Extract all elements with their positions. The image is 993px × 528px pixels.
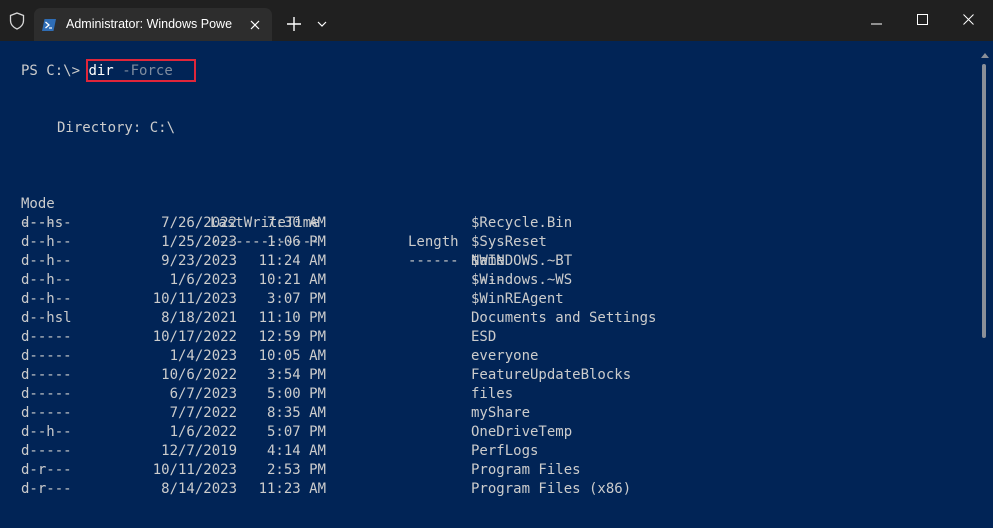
row-date: 10/6/2022 bbox=[161, 367, 237, 383]
maximize-button[interactable] bbox=[899, 0, 945, 41]
table-row: d----- 10/6/2022 3:54 PM FeatureUpdateBlock… bbox=[21, 366, 721, 385]
shield-icon[interactable] bbox=[6, 10, 28, 32]
chevron-down-icon[interactable] bbox=[312, 12, 332, 36]
row-time: 8:35 AM bbox=[266, 405, 326, 421]
row-name: Program Files bbox=[471, 462, 581, 478]
table-row: d----- 1/4/2023 10:05 AM everyone bbox=[21, 347, 721, 366]
row-mode: d----- bbox=[21, 405, 72, 421]
minimize-button[interactable] bbox=[853, 0, 899, 41]
row-name: files bbox=[471, 386, 514, 402]
row-time: 3:07 PM bbox=[266, 291, 326, 307]
row-time: 4:14 AM bbox=[266, 443, 326, 459]
column-header-row: Mode LastWriteTime Length Name bbox=[21, 176, 721, 269]
row-date: 12/7/2019 bbox=[161, 443, 237, 459]
row-name: $Recycle.Bin bbox=[471, 215, 573, 231]
table-row: d--hsl 8/18/2021 11:10 PM Documents and Set… bbox=[21, 309, 721, 328]
title-bar: Administrator: Windows Powe bbox=[0, 0, 993, 41]
row-mode: d--h-- bbox=[21, 234, 72, 250]
table-row: d--h-- 1/6/2023 10:21 AM $Windows.~WS bbox=[21, 271, 721, 290]
row-name: Documents and Settings bbox=[471, 310, 657, 326]
row-date: 6/7/2023 bbox=[169, 386, 237, 402]
row-mode: d----- bbox=[21, 367, 72, 383]
row-time: 11:24 AM bbox=[258, 253, 326, 269]
table-row: d----- 6/7/2023 5:00 PM files bbox=[21, 385, 721, 404]
row-name: OneDriveTemp bbox=[471, 424, 573, 440]
row-mode: d--h-- bbox=[21, 272, 72, 288]
directory-line: Directory: C:\ bbox=[57, 120, 176, 136]
row-mode: d--hsl bbox=[21, 310, 72, 326]
close-icon[interactable] bbox=[246, 16, 264, 34]
table-row: d--h-- 9/23/2023 11:24 AM $WINDOWS.~BT bbox=[21, 252, 721, 271]
row-time: 11:10 PM bbox=[258, 310, 326, 326]
row-time: 5:07 PM bbox=[266, 424, 326, 440]
row-name: ESD bbox=[471, 329, 497, 345]
row-name: $WINDOWS.~BT bbox=[471, 253, 573, 269]
row-mode: d----- bbox=[21, 443, 72, 459]
row-date: 7/7/2022 bbox=[169, 405, 237, 421]
row-mode: d--h-- bbox=[21, 424, 72, 440]
row-mode: d--h-- bbox=[21, 253, 72, 269]
row-date: 9/23/2023 bbox=[161, 253, 237, 269]
table-row: d--h-- 1/6/2022 5:07 PM OneDriveTemp bbox=[21, 423, 721, 442]
row-date: 1/25/2023 bbox=[161, 234, 237, 250]
row-date: 1/6/2022 bbox=[169, 424, 237, 440]
table-row: d-r--- 8/14/2023 11:23 AM Program Files (x8… bbox=[21, 480, 721, 499]
table-row: d--h-- 10/11/2023 3:07 PM $WinREAgent bbox=[21, 290, 721, 309]
table-row: d----- 7/7/2022 8:35 AM myShare bbox=[21, 404, 721, 423]
minimize-icon bbox=[870, 12, 882, 30]
row-mode: d----- bbox=[21, 329, 72, 345]
row-time: 12:59 PM bbox=[258, 329, 326, 345]
row-date: 8/14/2023 bbox=[161, 481, 237, 497]
row-date: 10/17/2022 bbox=[152, 329, 237, 345]
row-name: PerfLogs bbox=[471, 443, 539, 459]
row-name: $Windows.~WS bbox=[471, 272, 573, 288]
row-time: 11:23 AM bbox=[258, 481, 326, 497]
row-mode: d----- bbox=[21, 386, 72, 402]
table-row: d-r--- 10/11/2023 2:53 PM Program Files bbox=[21, 461, 721, 480]
table-row: d----- 12/7/2019 4:14 AM PerfLogs bbox=[21, 442, 721, 461]
table-row: d----- 10/17/2022 12:59 PM ESD bbox=[21, 328, 721, 347]
scrollbar-thumb[interactable] bbox=[982, 64, 986, 338]
row-name: Program Files (x86) bbox=[471, 481, 632, 497]
row-date: 7/26/2022 bbox=[161, 215, 237, 231]
row-date: 10/11/2023 bbox=[152, 462, 237, 478]
row-time: 3:54 PM bbox=[266, 367, 326, 383]
row-mode: d-r--- bbox=[21, 481, 72, 497]
close-button[interactable] bbox=[945, 0, 991, 41]
separator-row: ---- ------------- ------ ---- bbox=[21, 195, 721, 288]
row-time: 2:53 PM bbox=[266, 462, 326, 478]
row-date: 1/6/2023 bbox=[169, 272, 237, 288]
tab-powershell[interactable]: Administrator: Windows Powe bbox=[34, 8, 272, 41]
table-row: d--hs- 7/26/2022 7:30 AM $Recycle.Bin bbox=[21, 214, 721, 233]
row-time: 10:05 AM bbox=[258, 348, 326, 364]
maximize-icon bbox=[916, 12, 928, 30]
row-mode: d-r--- bbox=[21, 462, 72, 478]
scroll-up-icon[interactable] bbox=[980, 46, 990, 58]
row-date: 10/11/2023 bbox=[152, 291, 237, 307]
command-highlight bbox=[86, 59, 196, 82]
row-name: myShare bbox=[471, 405, 531, 421]
row-name: FeatureUpdateBlocks bbox=[471, 367, 632, 383]
row-mode: d----- bbox=[21, 348, 72, 364]
row-name: everyone bbox=[471, 348, 539, 364]
close-icon bbox=[962, 12, 974, 30]
row-date: 8/18/2021 bbox=[161, 310, 237, 326]
table-row: d--h-- 1/25/2023 1:06 PM $SysReset bbox=[21, 233, 721, 252]
row-date: 1/4/2023 bbox=[169, 348, 237, 364]
plus-icon[interactable] bbox=[282, 12, 306, 36]
row-time: 10:21 AM bbox=[258, 272, 326, 288]
row-time: 5:00 PM bbox=[266, 386, 326, 402]
tab-title: Administrator: Windows Powe bbox=[66, 17, 233, 31]
terminal-output[interactable]: PS C:\> dir -Force Directory: C:\ Mode L… bbox=[0, 41, 993, 528]
row-time: 7:30 AM bbox=[266, 215, 326, 231]
prompt: PS C:\> bbox=[21, 63, 81, 79]
row-mode: d--h-- bbox=[21, 291, 72, 307]
row-time: 1:06 PM bbox=[266, 234, 326, 250]
powershell-icon bbox=[42, 18, 56, 31]
row-name: $SysReset bbox=[471, 234, 547, 250]
terminal-window: Administrator: Windows Powe PS C:\> dir … bbox=[0, 0, 993, 528]
row-name: $WinREAgent bbox=[471, 291, 564, 307]
row-mode: d--hs- bbox=[21, 215, 72, 231]
